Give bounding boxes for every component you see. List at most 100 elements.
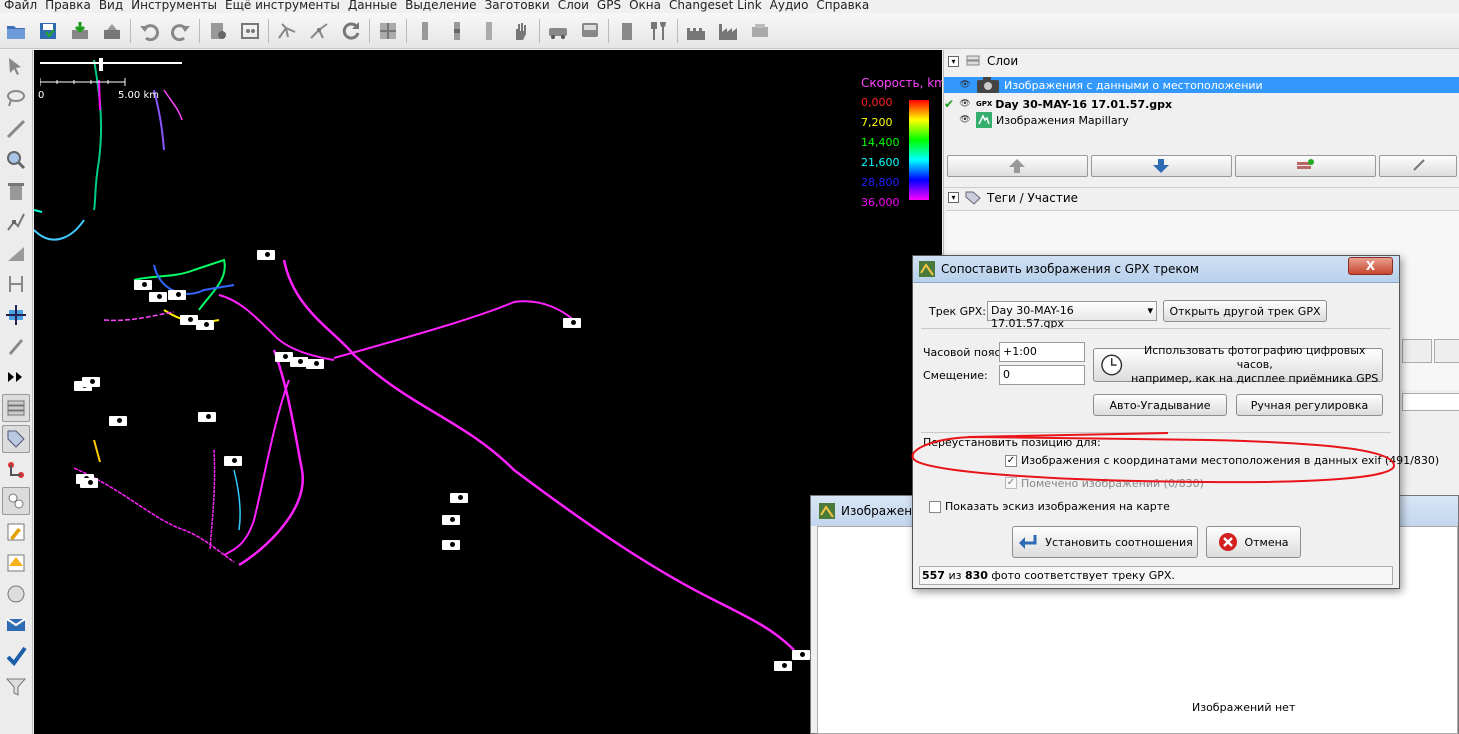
factory-icon[interactable] — [714, 17, 742, 45]
bus-icon[interactable] — [576, 17, 604, 45]
photo-marker[interactable] — [792, 650, 810, 660]
bar3-icon[interactable] — [475, 17, 503, 45]
map-view[interactable]: 0 5.00 km Скорость, km 0,000 7,200 14,400 2… — [34, 50, 942, 734]
use-clock-photo-button[interactable]: Использовать фотографию цифровых часов, … — [1093, 344, 1383, 385]
menu-item[interactable]: Аудио — [766, 0, 813, 13]
dialog-close-button[interactable]: X — [1348, 257, 1393, 275]
gpx-track-select[interactable]: Day 30-MAY-16 17.01.57.gpx ▾ — [987, 301, 1157, 330]
castle-icon[interactable] — [682, 17, 710, 45]
refresh-icon[interactable] — [337, 17, 365, 45]
tagged-images-checkbox[interactable]: ✓ — [1005, 477, 1017, 489]
menu-item[interactable]: GPS — [593, 0, 625, 13]
tags-panel-header[interactable]: ▾ Теги / Участие — [944, 187, 1459, 207]
photo-marker[interactable] — [168, 290, 186, 300]
photo-marker[interactable] — [774, 661, 792, 671]
tags-side-button[interactable] — [1402, 339, 1432, 363]
improve-way-icon[interactable] — [2, 270, 30, 298]
shop-icon[interactable] — [613, 17, 641, 45]
photo-marker[interactable] — [257, 250, 275, 260]
move-down-button[interactable] — [1090, 155, 1232, 177]
collapse-icon[interactable]: ▾ — [948, 55, 959, 67]
properties-icon[interactable] — [236, 17, 264, 45]
car-icon[interactable] — [544, 17, 572, 45]
visibility-icon[interactable]: 👁 — [958, 80, 972, 90]
draw-icon[interactable] — [2, 115, 30, 143]
node-icon[interactable] — [2, 208, 30, 236]
move-icon[interactable] — [2, 301, 30, 329]
dialog-titlebar[interactable]: Сопоставить изображения с GPX треком — [913, 256, 1399, 283]
layer-item-mapillary[interactable]: 👁 Изображения Mapillary — [944, 112, 1459, 128]
grid-icon[interactable] — [374, 17, 402, 45]
upload-icon[interactable] — [98, 17, 126, 45]
photo-marker[interactable] — [563, 318, 581, 328]
lasso-icon[interactable] — [2, 84, 30, 112]
show-thumbnails-checkbox[interactable] — [929, 501, 941, 513]
visibility-icon[interactable]: 👁 — [958, 115, 972, 125]
menu-item[interactable]: Выделение — [401, 0, 480, 13]
menu-item[interactable]: Вид — [95, 0, 127, 13]
photo-marker[interactable] — [134, 280, 152, 290]
photo-marker[interactable] — [442, 540, 460, 550]
validator-icon[interactable] — [2, 549, 30, 577]
photo-marker[interactable] — [149, 292, 167, 302]
filter-icon[interactable] — [2, 673, 30, 701]
menu-item[interactable]: Changeset Link — [665, 0, 766, 13]
split-icon[interactable] — [305, 17, 333, 45]
photo-marker[interactable] — [82, 377, 100, 387]
camera-toolbar-icon[interactable] — [746, 17, 774, 45]
cancel-button[interactable]: Отмена — [1206, 526, 1301, 558]
imagery-icon[interactable] — [2, 611, 30, 639]
photo-marker[interactable] — [442, 515, 460, 525]
merge-layers-button[interactable] — [1234, 155, 1376, 177]
wireframe-icon[interactable] — [273, 17, 301, 45]
menu-item[interactable]: Справка — [812, 0, 873, 13]
tags-side-button[interactable] — [1434, 339, 1459, 363]
photo-marker[interactable] — [80, 478, 98, 488]
photo-marker[interactable] — [306, 359, 324, 369]
edit-layer-button[interactable] — [1378, 155, 1458, 177]
select-icon[interactable] — [2, 53, 30, 81]
delete-icon[interactable] — [2, 177, 30, 205]
pencil-icon[interactable] — [2, 332, 30, 360]
todo-icon[interactable] — [2, 642, 30, 670]
photo-marker[interactable] — [450, 493, 468, 503]
area-icon[interactable] — [2, 239, 30, 267]
exif-checkbox[interactable]: ✓ — [1005, 455, 1017, 467]
photo-marker[interactable] — [198, 412, 216, 422]
visibility-icon[interactable]: 👁 — [958, 99, 972, 109]
layer-item-geotagged-images[interactable]: 👁 Изображения с данными о местоположении — [944, 77, 1459, 93]
menu-item[interactable]: Слои — [554, 0, 593, 13]
hand-icon[interactable] — [507, 17, 535, 45]
collapse-icon[interactable]: ▾ — [948, 192, 959, 203]
menu-item[interactable]: Файл — [0, 0, 41, 13]
more-icon[interactable] — [2, 363, 30, 391]
photo-marker[interactable] — [224, 456, 242, 466]
zoom-icon[interactable] — [2, 146, 30, 174]
tags-side-field[interactable] — [1402, 393, 1459, 411]
preferences-icon[interactable] — [204, 17, 232, 45]
download-icon[interactable] — [66, 17, 94, 45]
relations-icon[interactable] — [2, 456, 30, 484]
photo-marker[interactable] — [196, 320, 214, 330]
conflict-icon[interactable] — [2, 580, 30, 608]
open-other-gpx-button[interactable]: Открыть другой трек GPX — [1163, 300, 1327, 322]
undo-icon[interactable] — [135, 17, 163, 45]
menu-item[interactable]: Правка — [41, 0, 95, 13]
offset-input[interactable]: 0 — [999, 365, 1085, 385]
bar2-icon[interactable] — [443, 17, 471, 45]
bar1-icon[interactable] — [411, 17, 439, 45]
move-up-button[interactable] — [947, 155, 1088, 177]
menu-item[interactable]: Окна — [625, 0, 665, 13]
tags-toggle-icon[interactable] — [2, 425, 30, 453]
layer-item-gpx-track[interactable]: ✔ 👁 GPX Day 30-MAY-16 17.01.57.gpx — [944, 96, 1459, 112]
layers-panel-header[interactable]: ▾ Слои — [944, 51, 1459, 71]
open-icon[interactable] — [2, 17, 30, 45]
photo-marker[interactable] — [109, 416, 127, 426]
selection-list-icon[interactable] — [2, 487, 30, 515]
menu-item[interactable]: Заготовки — [481, 0, 554, 13]
author-icon[interactable] — [2, 518, 30, 546]
timezone-input[interactable]: +1:00 — [999, 342, 1085, 362]
layers-toggle-icon[interactable] — [2, 394, 30, 422]
apply-correlation-button[interactable]: Установить соотношения — [1012, 526, 1198, 558]
menu-item[interactable]: Данные — [344, 0, 401, 13]
